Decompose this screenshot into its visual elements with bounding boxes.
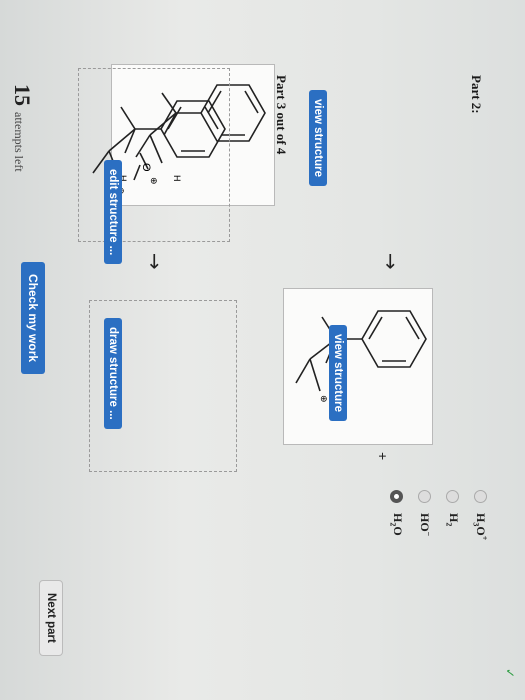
- screen: Part 2: H O ⊕ H view structure → ⊕ view …: [0, 0, 525, 700]
- product-view-structure-button[interactable]: view structure: [329, 325, 347, 421]
- option-h3o[interactable]: H3O+: [472, 490, 489, 540]
- attempts-counter: 15 attempts left: [9, 84, 35, 172]
- part3-start-structure-box[interactable]: ⊕: [78, 68, 230, 242]
- plus-sign: +: [375, 452, 391, 461]
- draw-structure-button[interactable]: draw structure ...: [104, 318, 122, 429]
- status-check-icon: ✓: [503, 668, 517, 679]
- part3-start-molecule: [92, 100, 226, 182]
- option-ho[interactable]: HO−: [417, 490, 433, 536]
- option-h2o-radio-selected[interactable]: [390, 490, 404, 503]
- option-h2o-label: H2O: [388, 513, 405, 536]
- reactant-view-structure-button[interactable]: view structure: [309, 90, 327, 186]
- option-h3o-radio[interactable]: [473, 490, 487, 503]
- option-h2[interactable]: H2: [445, 490, 461, 526]
- product-molecule: [295, 310, 427, 392]
- option-h2-label: H2: [444, 513, 461, 527]
- question-page: Part 2: H O ⊕ H view structure → ⊕ view …: [0, 0, 525, 700]
- part2-reaction-arrow: →: [379, 253, 403, 270]
- part2-heading: Part 2:: [469, 75, 484, 114]
- part3-heading: Part 3 out of 4: [274, 75, 289, 155]
- product-structure-box[interactable]: ⊕: [283, 288, 433, 445]
- option-h2-radio[interactable]: [446, 490, 460, 503]
- edit-structure-button[interactable]: edit structure ...: [104, 160, 122, 265]
- attempts-label: attempts left: [12, 112, 26, 172]
- option-ho-label: HO−: [418, 513, 433, 537]
- product-carbocation-charge: ⊕: [318, 395, 328, 403]
- check-my-work-button[interactable]: Check my work: [21, 262, 45, 375]
- next-part-button[interactable]: Next part: [39, 580, 63, 656]
- attempts-count: 15: [10, 84, 35, 106]
- option-h2o[interactable]: H2O: [389, 490, 405, 536]
- byproduct-options: H3O+ H2 HO− H2O: [379, 490, 489, 610]
- option-ho-radio[interactable]: [418, 490, 432, 503]
- option-h3o-label: H3O+: [471, 513, 489, 541]
- part3-reaction-arrow: →: [143, 253, 167, 270]
